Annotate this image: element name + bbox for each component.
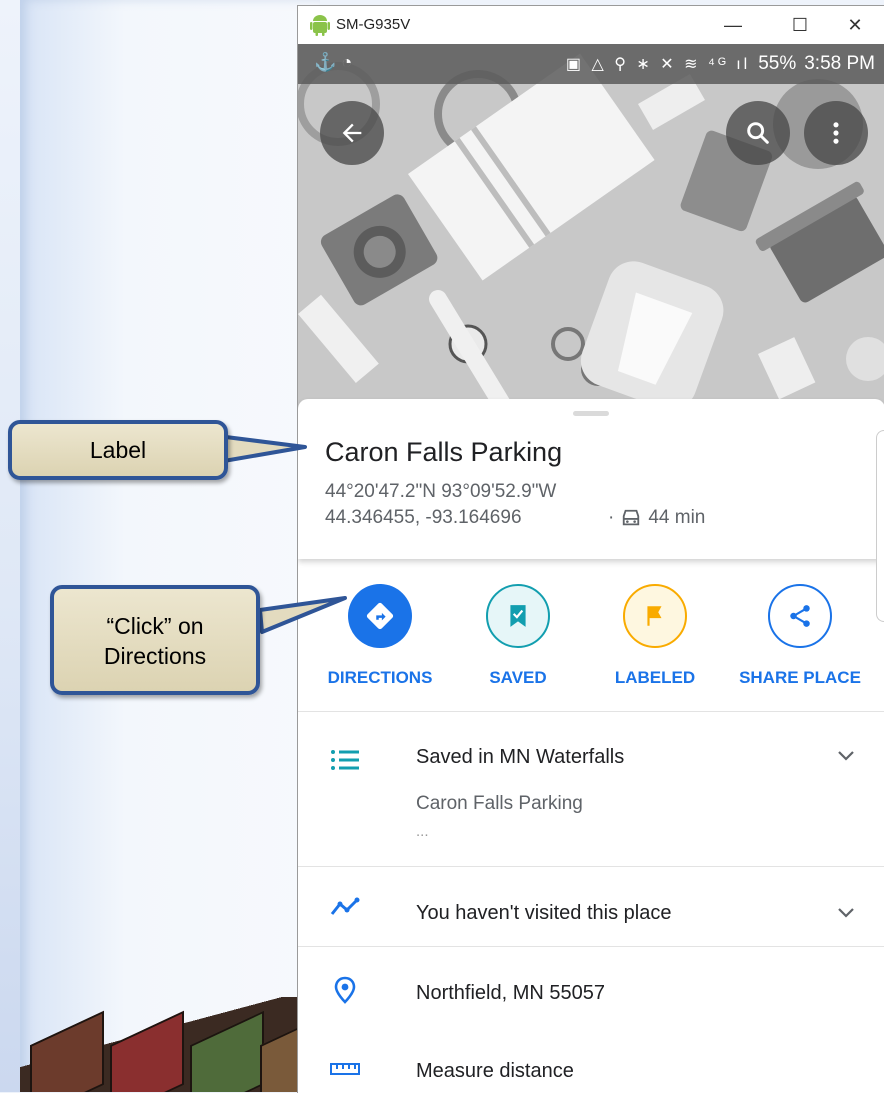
minimize-button[interactable]: — bbox=[718, 12, 748, 38]
search-button[interactable] bbox=[726, 101, 790, 165]
film-frame bbox=[30, 1010, 104, 1092]
placeholder-illustration bbox=[298, 44, 884, 424]
action-buttons-row: DIRECTIONS SAVED LABELED SHARE PLACE bbox=[298, 584, 884, 694]
drive-separator: · bbox=[608, 507, 615, 528]
label-callout: Label bbox=[8, 420, 228, 480]
status-time: 3:58 PM bbox=[804, 53, 875, 74]
more-options-button[interactable] bbox=[804, 101, 868, 165]
search-icon bbox=[747, 122, 769, 144]
window-title: SM-G935V bbox=[336, 16, 411, 33]
saved-list-title: Saved in MN Waterfalls bbox=[416, 746, 625, 768]
slide-background-panel bbox=[20, 0, 320, 1092]
place-summary-card[interactable]: Caron Falls Parking 44°20'47.2"N 93°09'5… bbox=[298, 399, 884, 559]
directions-icon-circle bbox=[348, 584, 412, 648]
drag-handle[interactable] bbox=[573, 411, 609, 416]
saved-icon-circle bbox=[486, 584, 550, 648]
drive-duration: 44 min bbox=[648, 507, 706, 528]
directions-button[interactable]: DIRECTIONS bbox=[324, 584, 436, 688]
saved-list-row[interactable]: Saved in MN Waterfalls Caron Falls Parki… bbox=[298, 711, 884, 866]
labeled-label: LABELED bbox=[614, 668, 696, 687]
status-right: ▣ △ ⚲ ∗ ✕ ≋ ⁴ᴳ ıl 55% 3:58 PM bbox=[566, 53, 875, 75]
address-row[interactable]: Northfield, MN 55057 bbox=[298, 946, 884, 1026]
film-frame bbox=[110, 1010, 184, 1092]
chevron-down-icon[interactable] bbox=[837, 906, 855, 920]
window-titlebar: SM-G935V — ☐ ✕ bbox=[298, 6, 884, 44]
share-place-label: SHARE PLACE bbox=[739, 668, 861, 687]
drive-time: · 44 min bbox=[608, 507, 705, 529]
address-text: Northfield, MN 55057 bbox=[416, 982, 605, 1004]
share-icon-circle bbox=[768, 584, 832, 648]
labeled-icon-circle bbox=[623, 584, 687, 648]
status-icons: ▣ △ ⚲ ∗ ✕ ≋ ⁴ᴳ ıl bbox=[565, 56, 751, 73]
side-panel-tab[interactable] bbox=[876, 430, 884, 622]
filmstrip-decoration bbox=[20, 997, 320, 1092]
timeline-icon bbox=[330, 897, 360, 915]
chevron-down-icon[interactable] bbox=[837, 749, 855, 763]
saved-label: SAVED bbox=[489, 668, 547, 687]
share-icon bbox=[790, 605, 810, 627]
saved-list-more: ... bbox=[416, 823, 429, 840]
status-left-icons: ⚓ ◔ bbox=[314, 52, 353, 72]
saved-button[interactable]: SAVED bbox=[468, 584, 568, 688]
film-frame bbox=[190, 1010, 264, 1092]
click-callout-line1: “Click” on bbox=[106, 613, 204, 639]
maximize-button[interactable]: ☐ bbox=[785, 12, 815, 38]
measure-distance-text: Measure distance bbox=[416, 1060, 574, 1082]
arrow-left-icon bbox=[342, 123, 362, 143]
directions-label: DIRECTIONS bbox=[327, 668, 433, 687]
battery-level: 55% bbox=[758, 53, 797, 74]
back-button[interactable] bbox=[320, 101, 384, 165]
android-icon bbox=[310, 15, 330, 36]
flag-icon bbox=[647, 606, 662, 626]
labeled-button[interactable]: LABELED bbox=[600, 584, 710, 688]
phone-mirror-window: SM-G935V — ☐ ✕ ⚓ ◔ ▣ △ ⚲ ∗ ✕ ≋ ⁴ᴳ ıl 55%… bbox=[297, 5, 884, 1093]
visited-row[interactable]: You haven't visited this place bbox=[298, 866, 884, 946]
coordinates-dms: 44°20'47.2"N 93°09'52.9"W bbox=[325, 481, 557, 502]
label-callout-text: Label bbox=[89, 437, 147, 463]
saved-list-item: Caron Falls Parking bbox=[416, 793, 583, 814]
click-directions-callout: “Click” on Directions bbox=[50, 585, 260, 695]
place-name: Caron Falls Parking bbox=[325, 437, 563, 467]
android-status-bar: ⚓ ◔ ▣ △ ⚲ ∗ ✕ ≋ ⁴ᴳ ıl 55% 3:58 PM bbox=[298, 44, 884, 84]
measure-distance-row[interactable]: Measure distance bbox=[298, 1026, 884, 1093]
place-hero-image bbox=[298, 44, 884, 424]
click-callout-line2: Directions bbox=[103, 643, 207, 669]
visited-text: You haven't visited this place bbox=[416, 902, 672, 924]
ruler-icon bbox=[330, 1063, 360, 1075]
list-icon bbox=[331, 750, 359, 770]
share-place-button[interactable]: SHARE PLACE bbox=[730, 584, 870, 688]
close-button[interactable]: ✕ bbox=[840, 12, 870, 38]
car-icon bbox=[623, 509, 640, 526]
directions-icon bbox=[366, 602, 394, 630]
coordinates-decimal: 44.346455, -93.164696 bbox=[325, 507, 522, 528]
bookmark-check-icon bbox=[510, 605, 526, 627]
more-vert-icon bbox=[833, 122, 839, 144]
location-pin-icon bbox=[334, 976, 356, 1004]
